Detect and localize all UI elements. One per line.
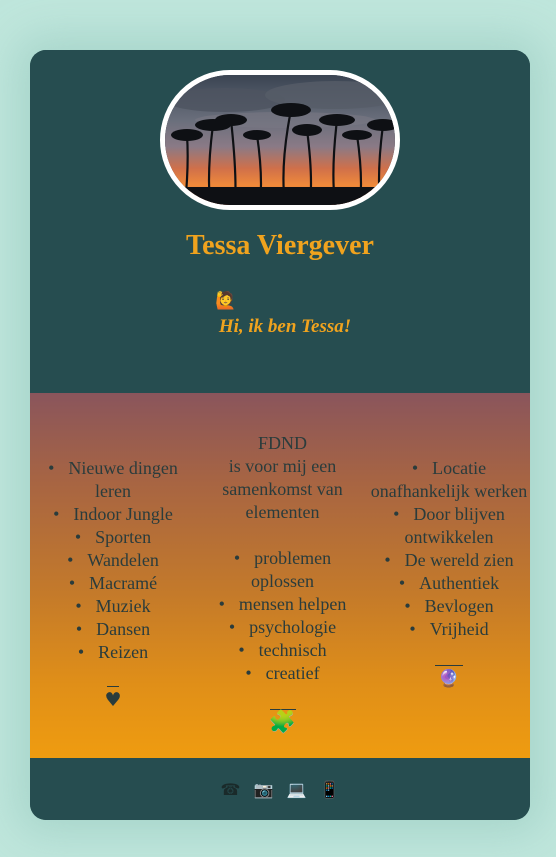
fdnd-title: FDND (257, 433, 307, 453)
values-column: Locatie onafhankelijk werken Door blijve… (368, 457, 530, 690)
divider (435, 655, 463, 666)
puzzle-piece-icon: 🧩 (268, 710, 297, 735)
contact-icons: ☎ 📷 💻 📱 (30, 780, 530, 799)
divider (107, 676, 119, 687)
contact-footer: ☎ 📷 💻 📱 (30, 758, 530, 820)
waving-person-icon: 🙋 (215, 291, 237, 311)
list-item: Macramé (30, 572, 196, 595)
list-item: Reizen (30, 641, 196, 664)
fdnd-list: problemen oplossen mensen helpen psychol… (205, 547, 360, 685)
profile-card: Tessa Viergever 🙋 Hi, ik ben Tessa! Nieu… (30, 50, 530, 820)
list-item: Sporten (30, 526, 196, 549)
hobbies-list: Nieuwe dingen leren Indoor Jungle Sporte… (30, 457, 196, 664)
greeting-text: Hi, ik ben Tessa! (218, 316, 352, 337)
list-item: Authentiek (368, 572, 530, 595)
divider (269, 699, 296, 710)
tablet-icon[interactable]: 📱 (320, 780, 340, 799)
heart-icon: ♥ (104, 689, 122, 711)
list-item: Wandelen (30, 549, 196, 572)
list-item: creatief (205, 662, 360, 685)
list-item: Dansen (30, 618, 196, 641)
list-item: Vrijheid (368, 618, 530, 641)
phone-icon[interactable]: ☎ (221, 780, 241, 799)
profile-header: Tessa Viergever 🙋 Hi, ik ben Tessa! (30, 50, 530, 393)
camera-icon[interactable]: 📷 (254, 780, 274, 799)
list-item: mensen helpen (205, 593, 360, 616)
list-item: psychologie (205, 616, 360, 639)
list-item: Door blijven ontwikkelen (368, 503, 530, 549)
fdnd-intro: FDND is voor mij een samenkomst van elem… (205, 432, 360, 524)
interests-section: Nieuwe dingen leren Indoor Jungle Sporte… (30, 393, 530, 758)
list-item: Locatie onafhankelijk werken (368, 457, 530, 503)
list-item: Bevlogen (368, 595, 530, 618)
list-item: Indoor Jungle (30, 503, 196, 526)
fdnd-column: FDND is voor mij een samenkomst van elem… (205, 432, 360, 734)
list-item: Muziek (30, 595, 196, 618)
hobbies-column: Nieuwe dingen leren Indoor Jungle Sporte… (30, 457, 196, 711)
profile-photo (160, 70, 400, 210)
palm-sunset-image (165, 75, 395, 205)
list-item: technisch (205, 639, 360, 662)
laptop-icon[interactable]: 💻 (287, 780, 307, 799)
list-item: problemen oplossen (205, 547, 360, 593)
list-item: De wereld zien (368, 549, 530, 572)
profile-name: Tessa Viergever (186, 230, 374, 261)
crystal-ball-icon: 🔮 (438, 669, 460, 689)
list-item: Nieuwe dingen leren (30, 457, 196, 503)
fdnd-text: is voor mij een samenkomst van elementen (222, 456, 343, 522)
values-list: Locatie onafhankelijk werken Door blijve… (368, 457, 530, 641)
